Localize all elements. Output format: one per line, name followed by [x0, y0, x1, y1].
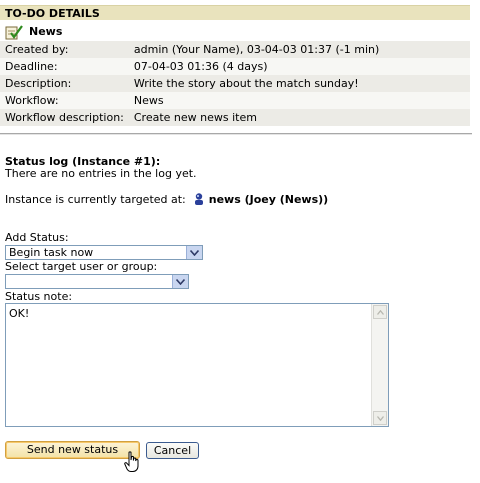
detail-value: admin (Your Name), 03-04-03 01:37 (-1 mi…	[128, 41, 470, 58]
add-status-label: Add Status:	[5, 231, 69, 244]
target-row: Instance is currently targeted at: news …	[5, 192, 328, 206]
scroll-up-icon[interactable]	[373, 305, 387, 319]
user-icon	[192, 192, 206, 206]
detail-value: Write the story about the match sunday!	[128, 75, 470, 92]
detail-label: Deadline:	[0, 58, 129, 75]
hand-cursor-icon	[124, 451, 140, 476]
add-status-value: Begin task now	[9, 246, 94, 259]
details-table: Created by: admin (Your Name), 03-04-03 …	[0, 41, 470, 126]
target-select-label: Select target user or group:	[5, 260, 158, 273]
todo-title: News	[29, 25, 63, 38]
detail-value: 07-04-03 01:36 (4 days)	[128, 58, 470, 75]
table-row: Workflow description: Create new news it…	[0, 109, 470, 126]
table-row: Workflow: News	[0, 92, 470, 109]
chevron-down-icon[interactable]	[186, 246, 202, 259]
status-note-label: Status note:	[5, 290, 73, 303]
detail-value: News	[128, 92, 470, 109]
send-status-button[interactable]: Send new status	[5, 441, 140, 459]
status-log-empty: There are no entries in the log yet.	[5, 167, 197, 180]
add-status-select[interactable]: Begin task now	[5, 245, 203, 260]
chevron-down-icon[interactable]	[172, 275, 188, 288]
section-header: TO-DO DETAILS	[0, 5, 470, 20]
targeted-label: Instance is currently targeted at:	[5, 192, 186, 206]
todo-title-row: News	[5, 23, 62, 40]
target-value[interactable]: news (Joey (News))	[209, 193, 328, 206]
detail-label: Created by:	[0, 41, 129, 58]
detail-value: Create new news item	[128, 109, 470, 126]
status-note-value: OK!	[9, 307, 30, 320]
detail-label: Workflow description:	[0, 109, 129, 126]
scrollbar[interactable]	[371, 304, 388, 426]
cancel-button[interactable]: Cancel	[146, 442, 199, 459]
target-select[interactable]	[5, 274, 189, 289]
detail-label: Description:	[0, 75, 129, 92]
table-row: Created by: admin (Your Name), 03-04-03 …	[0, 41, 470, 58]
todo-check-icon	[5, 24, 23, 40]
detail-label: Workflow:	[0, 92, 129, 109]
status-note-textarea[interactable]: OK!	[5, 303, 389, 427]
table-row: Description: Write the story about the m…	[0, 75, 470, 92]
divider	[0, 133, 472, 135]
scroll-down-icon[interactable]	[373, 411, 387, 425]
table-row: Deadline: 07-04-03 01:36 (4 days)	[0, 58, 470, 75]
